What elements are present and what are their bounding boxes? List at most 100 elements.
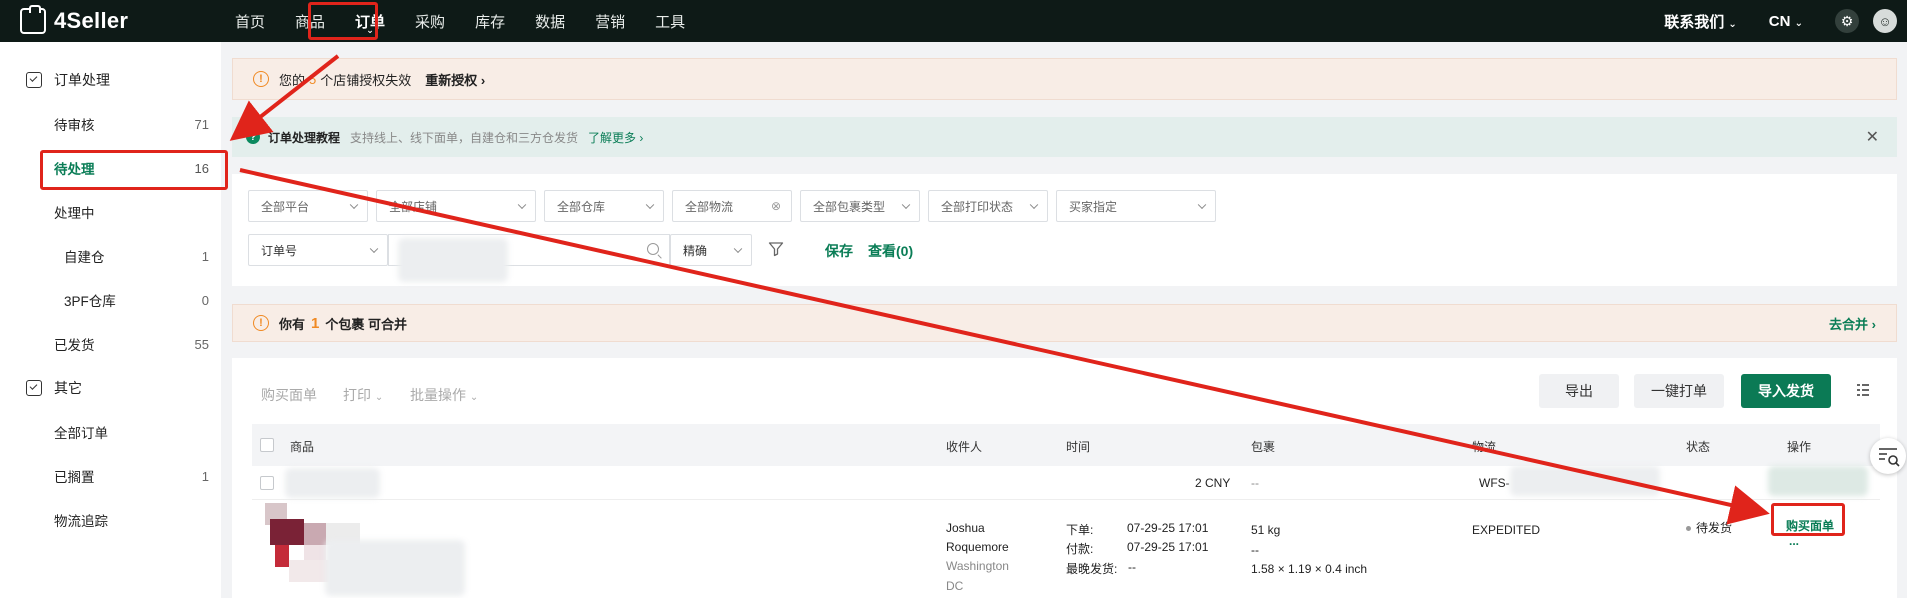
sidebar-item-label: 处理中 xyxy=(54,206,95,221)
order-amount: 2 CNY xyxy=(1195,476,1231,490)
row-checkbox[interactable] xyxy=(260,476,274,490)
col-package: 包裹 xyxy=(1251,440,1276,454)
auth-alert-prefix: 您的 xyxy=(279,72,306,88)
filter-icon[interactable] xyxy=(768,241,784,257)
top-navbar: 4Seller 首页 商品 订单 ⌄ 采购 库存 数据 营销 工具 联系我们 ⌄… xyxy=(0,0,1907,42)
chevron-down-icon: ⌄ xyxy=(374,392,384,403)
buyer-specified-select[interactable]: 买家指定 xyxy=(1056,190,1216,222)
contact-menu[interactable]: 联系我们 ⌄ xyxy=(1664,11,1737,32)
sidebar-item-shipped[interactable]: 已发货 55 xyxy=(0,322,221,366)
sidebar-item-3pf-warehouse[interactable]: 3PF仓库 0 xyxy=(0,278,221,322)
package-type-select[interactable]: 全部包裹类型 xyxy=(800,190,920,222)
nav-marketing[interactable]: 营销 xyxy=(580,0,640,42)
platform-select[interactable]: 全部平台 xyxy=(248,190,368,222)
language-menu[interactable]: CN ⌄ xyxy=(1769,13,1803,30)
gear-icon[interactable]: ⚙ xyxy=(1835,9,1859,33)
learn-more-label: 了解更多 xyxy=(588,130,637,145)
merge-alert-text: 个包裹 可合并 xyxy=(325,316,407,332)
go-merge-link[interactable]: 去合并 › xyxy=(1829,314,1876,333)
search-field-select[interactable]: 订单号 xyxy=(248,234,388,266)
clipboard-check-icon xyxy=(26,72,42,88)
auth-alert-text: 个店铺授权失效 xyxy=(320,72,412,88)
help-icon: ? xyxy=(246,130,260,144)
sidebar-group-order-processing[interactable]: 订单处理 xyxy=(0,58,221,102)
export-button[interactable]: 导出 xyxy=(1539,374,1619,408)
save-filter-button[interactable]: 保存 xyxy=(825,241,853,261)
chevron-down-icon xyxy=(645,200,655,210)
import-ship-button[interactable]: 导入发货 xyxy=(1741,374,1831,408)
table-header: 商品 收件人 时间 包裹 物流 状态 操作 xyxy=(252,424,1880,466)
sidebar-item-label: 全部订单 xyxy=(54,426,108,441)
go-merge-label: 去合并 xyxy=(1829,316,1869,332)
top-right-controls: 联系我们 ⌄ CN ⌄ ⚙ ☺ xyxy=(1664,9,1907,33)
buyer-specified-select-value: 买家指定 xyxy=(1069,199,1118,214)
platform-select-value: 全部平台 xyxy=(261,199,310,214)
nav-purchase[interactable]: 采购 xyxy=(400,0,460,42)
tutorial-desc: 支持线上、线下面单，自建仓和三方仓发货 xyxy=(350,130,579,145)
match-mode-value: 精确 xyxy=(683,243,708,258)
store-select[interactable]: 全部店铺 xyxy=(376,190,536,222)
nav-tools[interactable]: 工具 xyxy=(640,0,700,42)
tutorial-banner: ? 订单处理教程 支持线上、线下面单，自建仓和三方仓发货 了解更多 › ✕ xyxy=(232,117,1897,157)
warning-icon: ! xyxy=(253,71,269,87)
sidebar-item-all-orders[interactable]: 全部订单 xyxy=(0,410,221,454)
logistics-number: WFS- xyxy=(1479,476,1510,490)
col-status: 状态 xyxy=(1686,440,1711,454)
sidebar-item-count: 1 xyxy=(201,468,209,484)
merge-alert-prefix: 你有 xyxy=(279,316,306,332)
nav-home[interactable]: 首页 xyxy=(220,0,280,42)
language-label: CN xyxy=(1768,12,1791,30)
buy-label-row-button[interactable]: 购买面单 xyxy=(1786,517,1834,534)
one-click-print-button[interactable]: 一键打单 xyxy=(1634,374,1724,408)
sidebar-item-on-hold[interactable]: 已搁置 1 xyxy=(0,454,221,498)
sidebar-item-to-process[interactable]: 待处理 16 xyxy=(0,146,221,190)
nav-data[interactable]: 数据 xyxy=(520,0,580,42)
print-menu[interactable]: 打印 ⌄ xyxy=(343,385,383,405)
buy-label-toolbar-button[interactable]: 购买面单 xyxy=(261,385,317,405)
logo-bag-icon xyxy=(20,5,46,34)
col-logistics: 物流 xyxy=(1472,440,1497,454)
logistics-select-value: 全部物流 xyxy=(685,199,734,214)
column-settings-icon[interactable] xyxy=(1855,382,1871,398)
print-status-select-value: 全部打印状态 xyxy=(941,199,1014,214)
warning-icon: ! xyxy=(253,315,269,331)
redacted-search-text xyxy=(398,238,508,282)
learn-more-link[interactable]: 了解更多 › xyxy=(588,129,643,146)
redacted-product-title xyxy=(325,540,465,596)
logo[interactable]: 4Seller xyxy=(20,5,170,34)
nav-inventory[interactable]: 库存 xyxy=(460,0,520,42)
clear-icon[interactable]: ⊗ xyxy=(771,199,781,213)
recipient-last-name: Roquemore xyxy=(946,540,1009,554)
logistics-select[interactable]: 全部物流 ⊗ xyxy=(672,190,792,222)
sidebar-item-processing[interactable]: 处理中 xyxy=(0,190,221,234)
nav-products[interactable]: 商品 xyxy=(280,0,340,42)
reauthorize-link[interactable]: 重新授权 › xyxy=(425,70,485,89)
col-product: 商品 xyxy=(290,440,315,454)
package-weight: 51 kg xyxy=(1251,523,1281,537)
warehouse-select[interactable]: 全部仓库 xyxy=(544,190,664,222)
match-mode-select[interactable]: 精确 xyxy=(670,234,752,266)
redacted-action xyxy=(1768,466,1868,496)
col-actions: 操作 xyxy=(1787,440,1812,454)
sidebar-item-label: 已发货 xyxy=(54,338,95,353)
select-all-checkbox[interactable] xyxy=(260,438,274,452)
more-actions[interactable]: ... xyxy=(1789,534,1799,548)
package-type-select-value: 全部包裹类型 xyxy=(813,199,886,214)
close-icon[interactable]: ✕ xyxy=(1866,127,1879,147)
recipient-city: Washington xyxy=(946,559,1009,573)
redacted-order-id xyxy=(285,468,380,498)
sidebar-item-tracking[interactable]: 物流追踪 xyxy=(0,498,221,542)
sidebar: 订单处理 待审核 71 待处理 16 处理中 自建仓 1 3PF仓库 0 已发货… xyxy=(0,42,221,598)
contact-label: 联系我们 xyxy=(1664,13,1725,31)
view-saved-filters-button[interactable]: 查看(0) xyxy=(868,241,913,261)
latest-ship-value: -- xyxy=(1128,560,1136,574)
batch-actions-menu[interactable]: 批量操作 ⌄ xyxy=(410,385,478,405)
print-status-select[interactable]: 全部打印状态 xyxy=(928,190,1048,222)
nav-orders[interactable]: 订单 ⌄ xyxy=(340,0,400,42)
sidebar-item-own-warehouse[interactable]: 自建仓 1 xyxy=(0,234,221,278)
sidebar-item-pending-review[interactable]: 待审核 71 xyxy=(0,102,221,146)
sidebar-item-label: 待处理 xyxy=(54,162,95,177)
clipboard-check-icon xyxy=(26,380,42,396)
sidebar-group-other[interactable]: 其它 xyxy=(0,366,221,410)
avatar[interactable]: ☺ xyxy=(1873,9,1897,33)
